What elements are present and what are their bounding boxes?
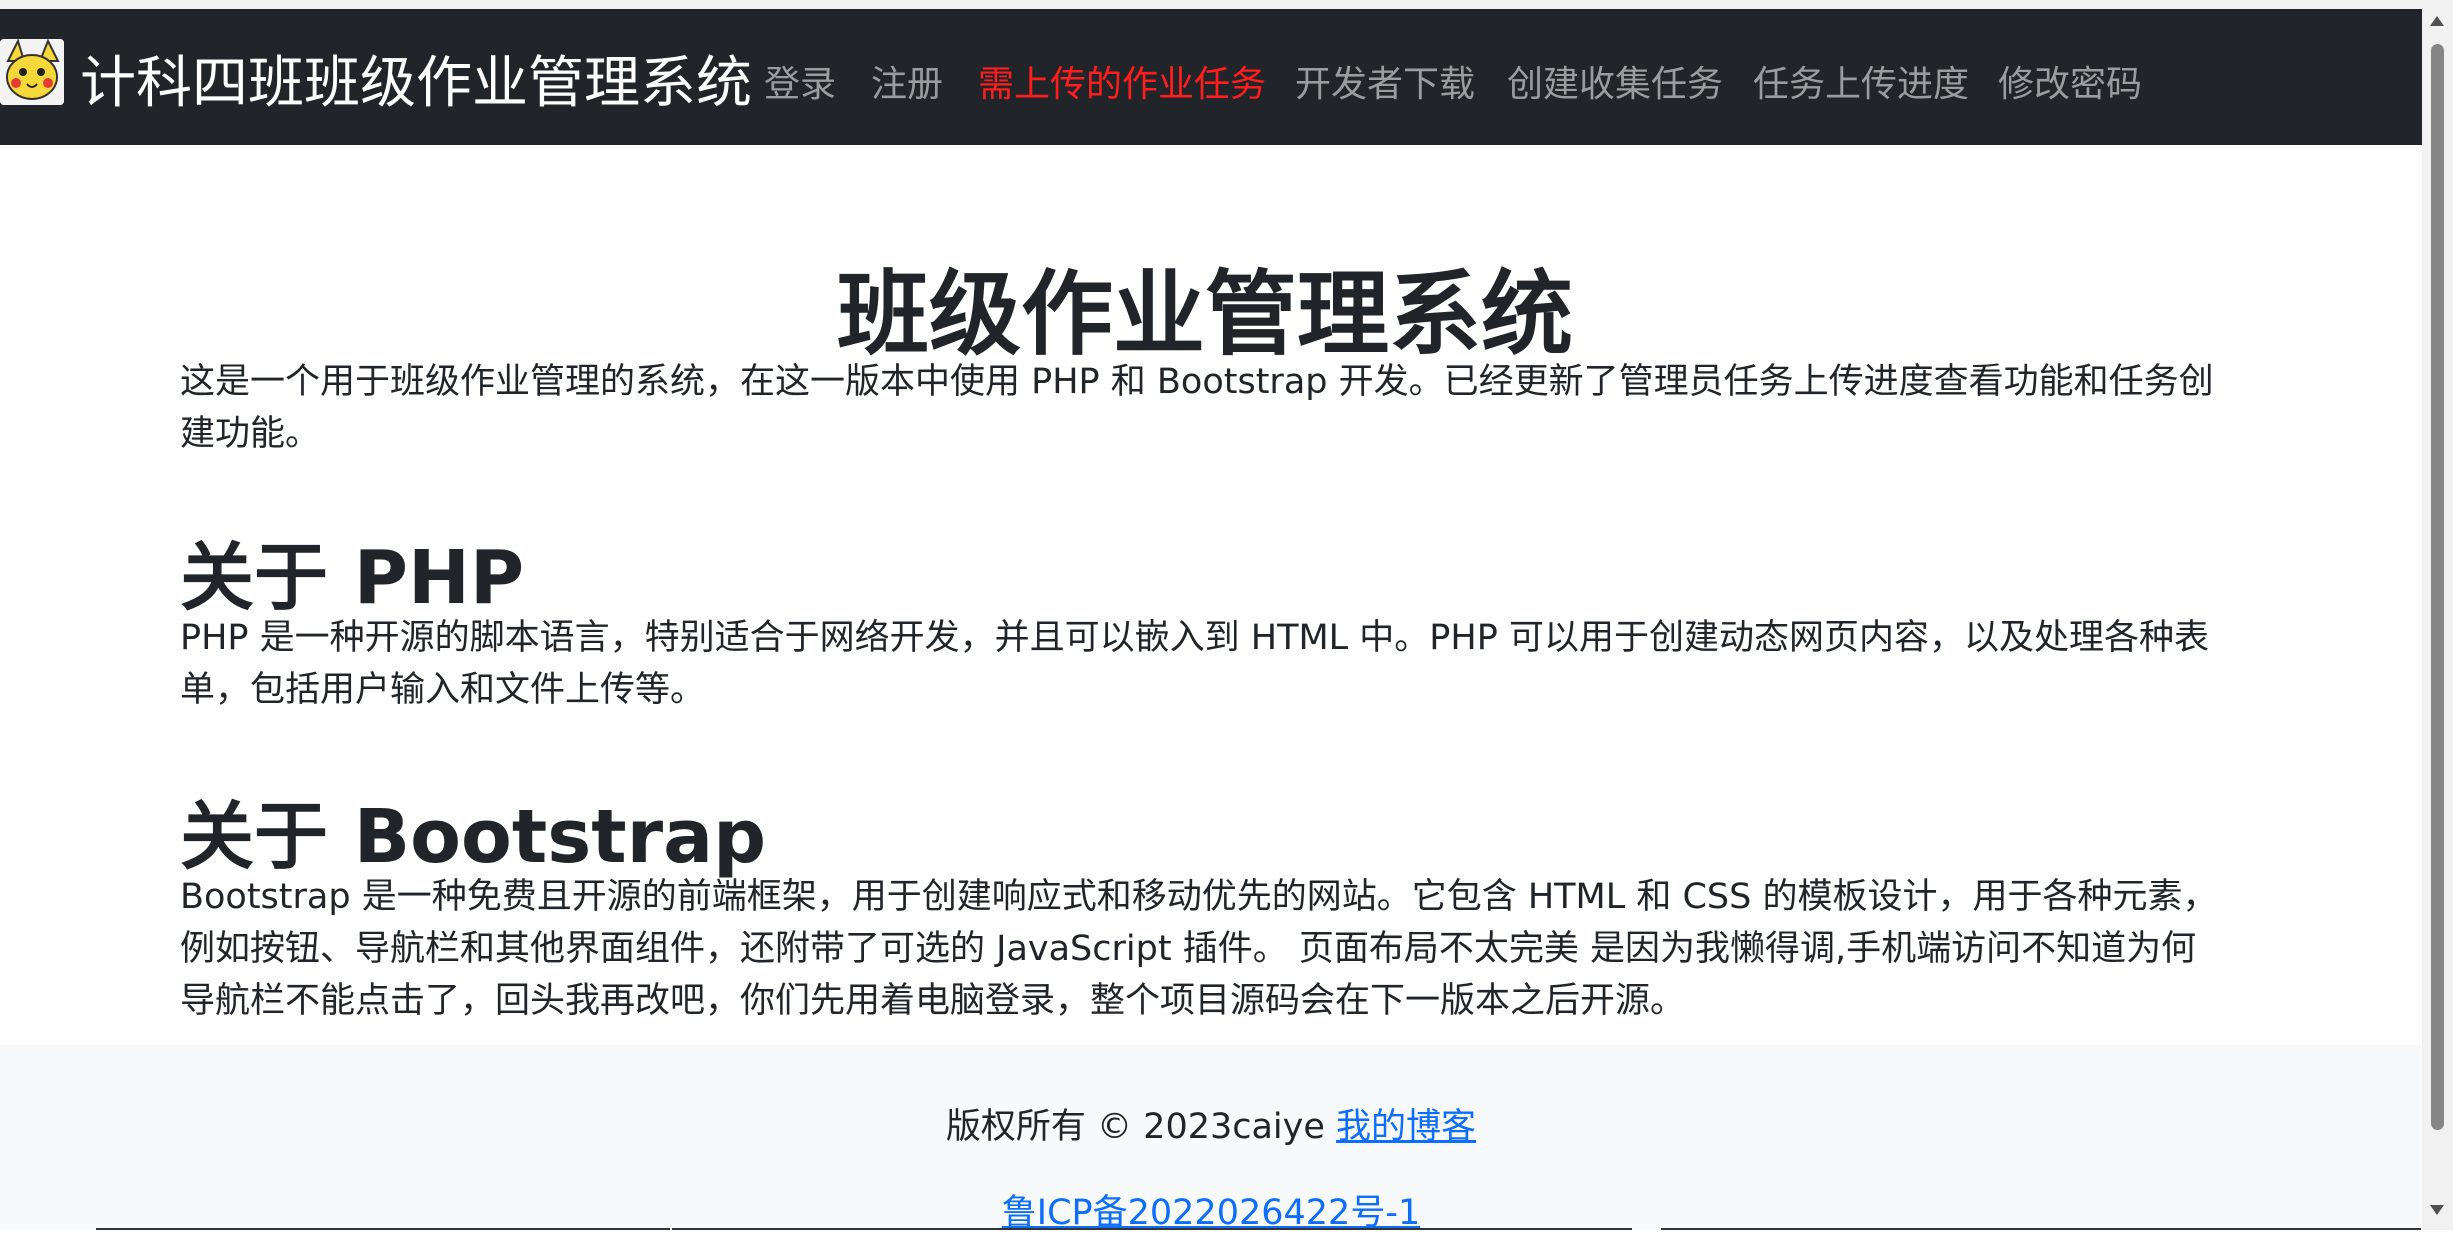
page-title: 班级作业管理系统 [836,260,1573,368]
php-heading: 关于 PHP [180,535,525,622]
bootstrap-heading: 关于 Bootstrap [180,794,767,881]
brand-title[interactable]: 计科四班班级作业管理系统 [80,49,752,119]
nav-item-register[interactable]: 注册 [871,62,943,108]
copyright-text: 版权所有 © 2023caiye [945,1107,1337,1147]
php-paragraph: PHP 是一种开源的脚本语言，特别适合于网络开发，并且可以嵌入到 HTML 中。… [180,618,2209,710]
nav-item-upload-progress[interactable]: 任务上传进度 [1753,62,1969,108]
blog-link[interactable]: 我的博客 [1336,1107,1476,1147]
scroll-down-icon[interactable] [2430,1205,2444,1215]
icp-record-link[interactable]: 鲁ICP备2022026422号-1 [0,1188,2422,1238]
nav-item-create-task[interactable]: 创建收集任务 [1507,62,1723,108]
nav-item-login[interactable]: 登录 [764,62,836,108]
vertical-scrollbar[interactable] [2422,0,2453,1230]
intro-paragraph: 这是一个用于班级作业管理的系统，在这一版本中使用 PHP 和 Bootstrap… [180,362,2214,454]
scroll-up-icon[interactable] [2430,16,2444,26]
browser-top-strip [0,0,2422,9]
scrollbar-thumb[interactable] [2431,44,2444,1130]
pikachu-avatar-icon[interactable] [0,39,64,105]
nav-item-change-password[interactable]: 修改密码 [1998,62,2142,108]
nav-item-developer-download[interactable]: 开发者下载 [1295,62,1475,108]
navbar: 计科四班班级作业管理系统 登录 注册 需上传的作业任务 开发者下载 创建收集任务… [0,9,2422,145]
bootstrap-paragraph: Bootstrap 是一种免费且开源的前端框架，用于创建响应式和移动优先的网站。… [180,877,2218,1021]
copyright-line: 版权所有 © 2023caiye 我的博客 [0,1102,2422,1152]
nav-item-homework-tasks[interactable]: 需上传的作业任务 [978,62,1266,108]
